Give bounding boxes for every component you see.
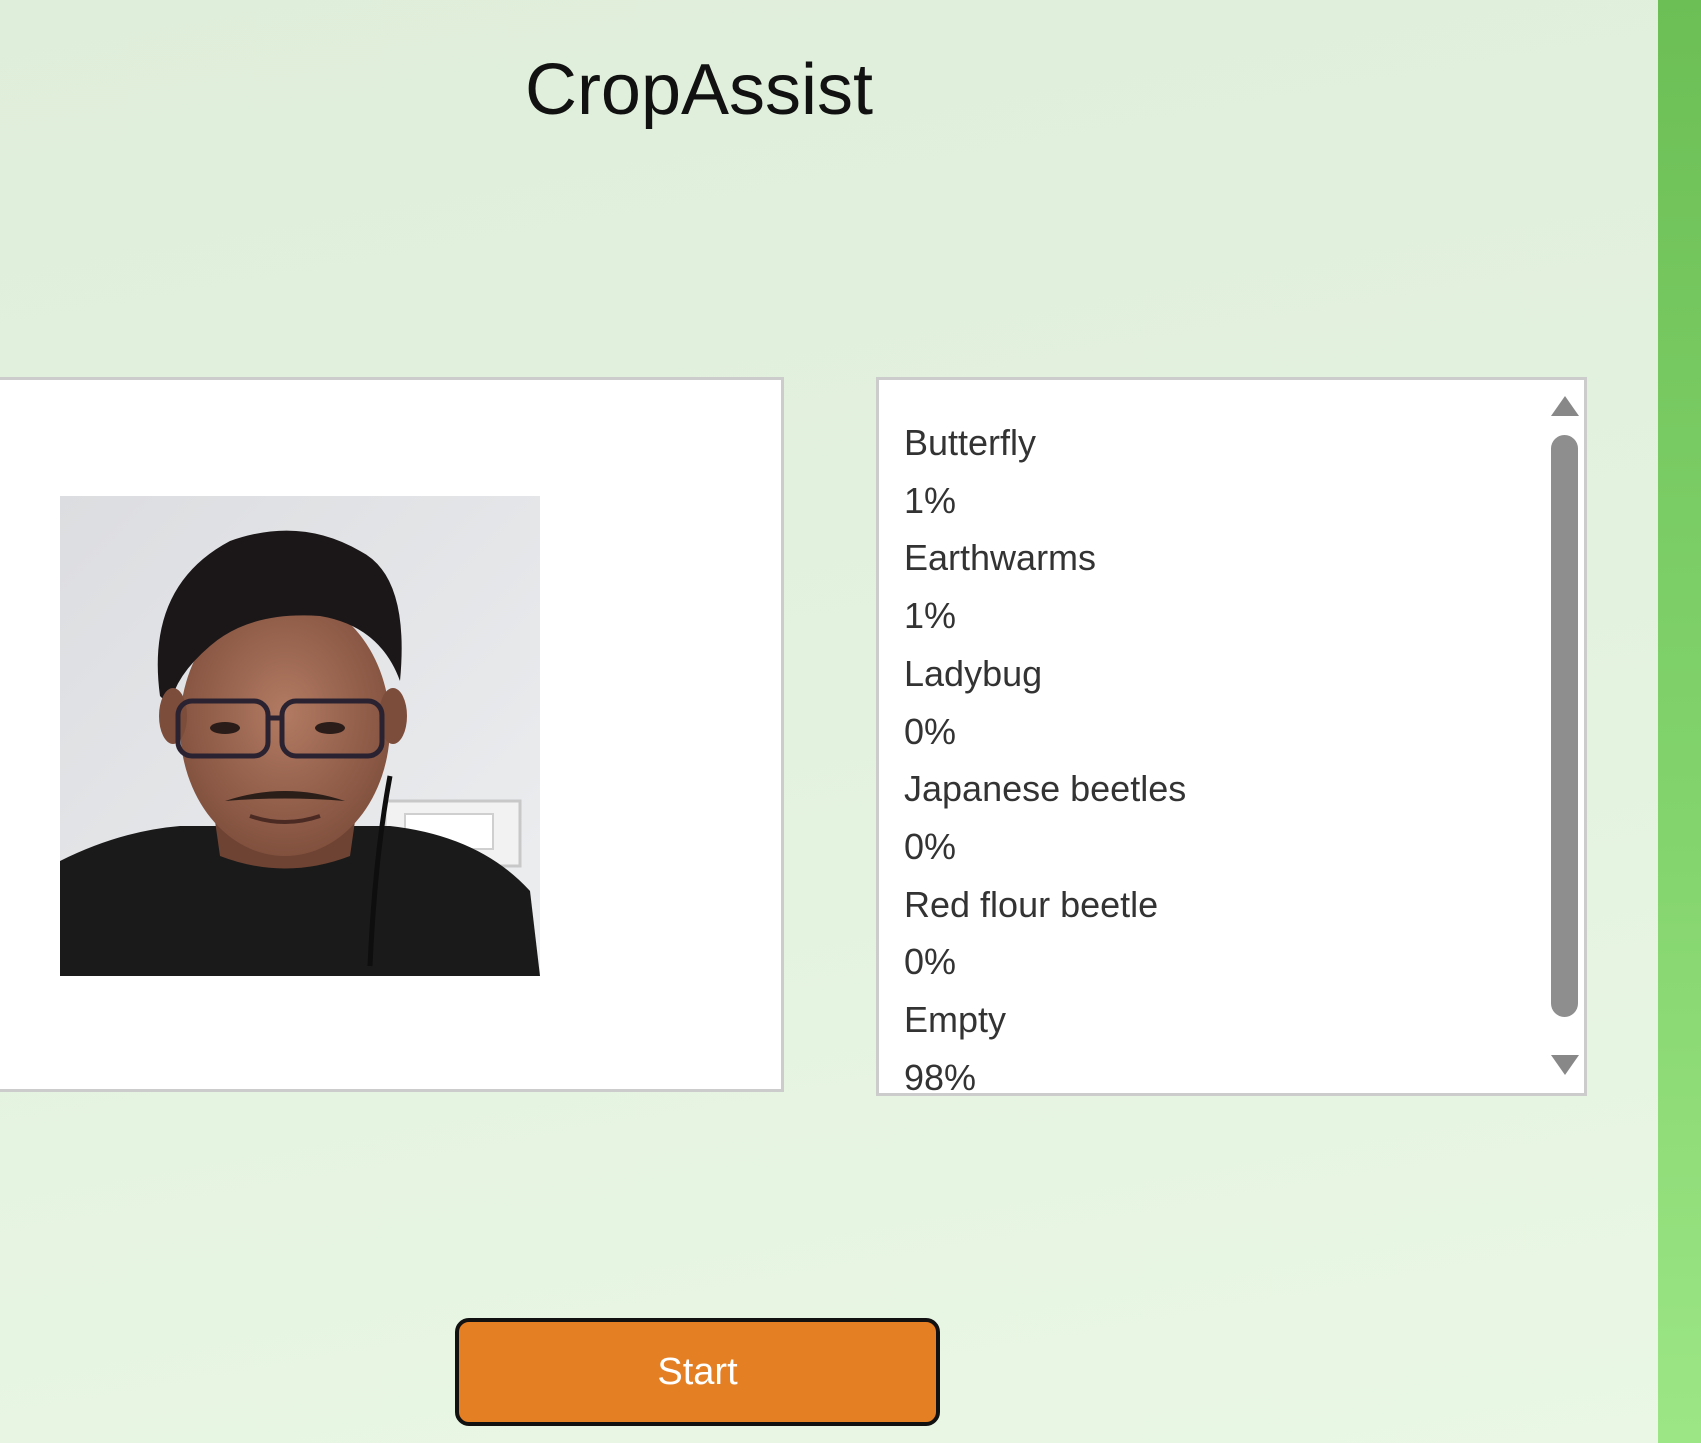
result-label-red-flour-beetle: Red flour beetle	[904, 883, 1159, 925]
result-label-ladybug: Ladybug	[904, 652, 1043, 694]
results-panel[interactable]: Butterfly 1% Earthwarms 1% Ladybug 0% Ja…	[876, 377, 1587, 1096]
result-label-earthwarms: Earthwarms	[904, 537, 1097, 579]
side-accent-stripe	[1658, 0, 1701, 1443]
result-value-ladybug: 0%	[904, 710, 957, 752]
results-list: Butterfly 1% Earthwarms 1% Ladybug 0% Ja…	[904, 414, 1187, 1096]
result-value-red-flour-beetle: 0%	[904, 941, 957, 983]
webcam-feed	[60, 496, 540, 976]
page-title: CropAssist	[524, 50, 874, 130]
result-value-empty: 98%	[904, 1056, 977, 1096]
webcam-person-icon	[60, 496, 540, 976]
start-button[interactable]: Start	[455, 1318, 940, 1426]
result-label-butterfly: Butterfly	[904, 422, 1037, 463]
result-value-butterfly: 1%	[904, 479, 957, 521]
results-scrollbar[interactable]	[1544, 380, 1584, 1093]
scroll-up-arrow-icon[interactable]	[1551, 396, 1579, 416]
scroll-down-arrow-icon[interactable]	[1551, 1055, 1579, 1075]
scrollbar-thumb[interactable]	[1551, 435, 1578, 1017]
camera-panel	[0, 377, 784, 1092]
result-label-japanese-beetles: Japanese beetles	[904, 768, 1187, 810]
result-label-empty: Empty	[904, 999, 1007, 1041]
result-value-japanese-beetles: 0%	[904, 825, 957, 867]
result-value-earthwarms: 1%	[904, 595, 957, 637]
